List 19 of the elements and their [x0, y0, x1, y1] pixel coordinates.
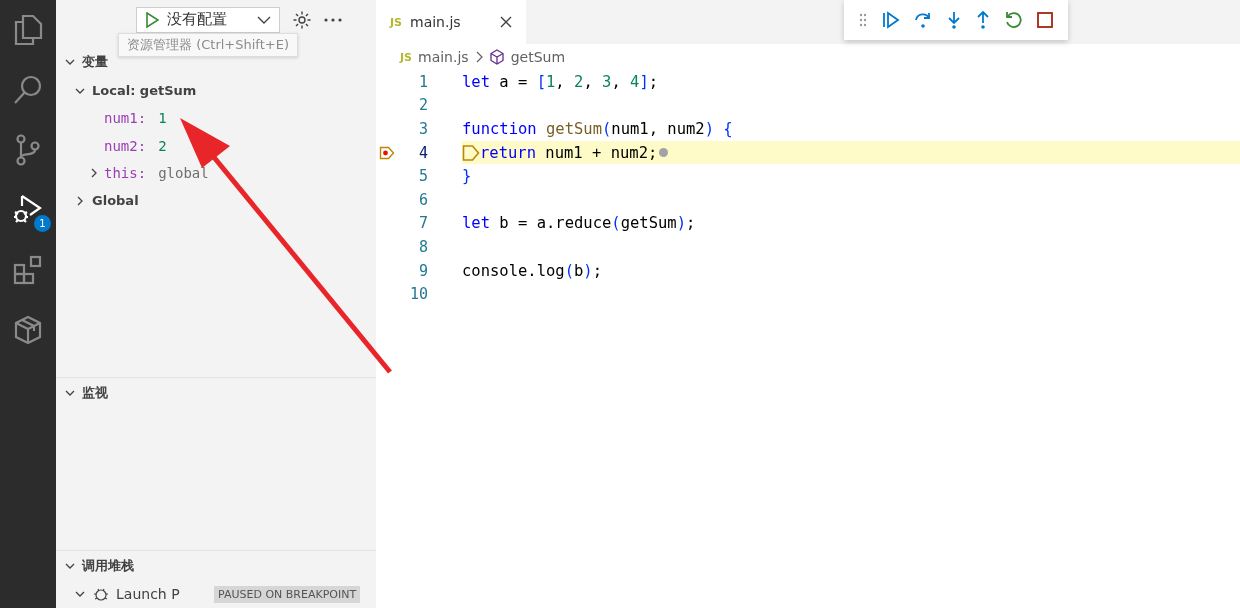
notification-badge: 1 — [34, 215, 51, 232]
code-line: let b = a.reduce(getSum); — [462, 214, 696, 233]
tooltip: 资源管理器 (Ctrl+Shift+E) — [118, 33, 298, 57]
line-number: 8 — [417, 237, 428, 256]
line-number: 2 — [417, 96, 428, 115]
line-number: 10 — [408, 285, 428, 304]
line-number: 9 — [417, 261, 428, 280]
code-line: } — [462, 167, 472, 186]
code-line: function getSum(num1, num2) { — [462, 120, 733, 138]
line-number: 7 — [417, 214, 428, 233]
line-number: 1 — [417, 72, 428, 91]
line-number: 3 — [417, 120, 428, 138]
code-line: let a = [1, 2, 3, 4]; — [462, 72, 659, 91]
code-line: return num1 + num2; — [480, 143, 658, 162]
line-number: 5 — [417, 167, 428, 186]
line-number: 6 — [417, 190, 428, 209]
line-number: 4 — [417, 143, 428, 162]
code-line: console.log(b); — [462, 261, 603, 280]
js-file-icon: JS — [400, 50, 412, 64]
